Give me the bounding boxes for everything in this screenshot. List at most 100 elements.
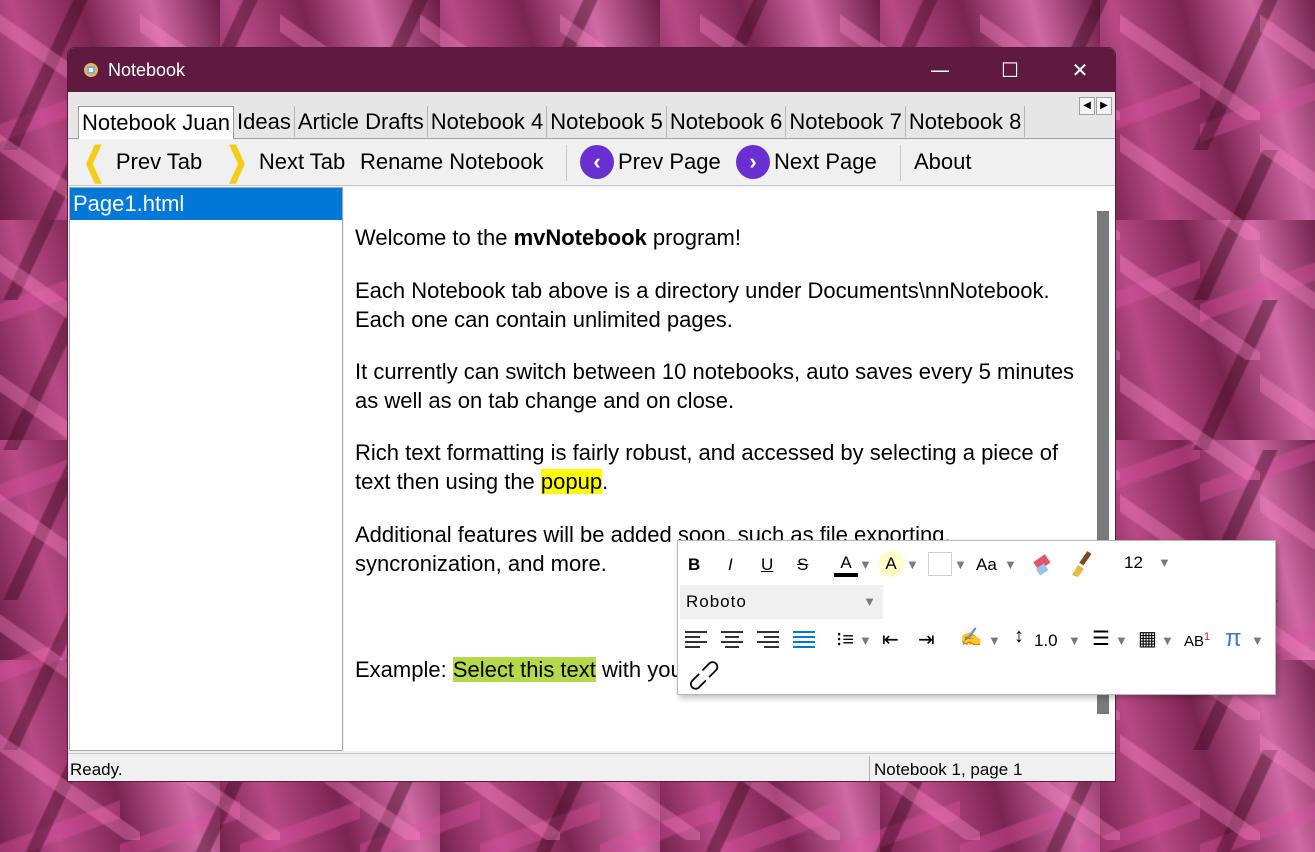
font-color-label: A	[840, 553, 852, 572]
background-color-swatch[interactable]	[928, 552, 952, 576]
example-text: Example:	[355, 657, 453, 682]
line-spacing-value[interactable]: 1.0	[1034, 631, 1058, 651]
bullet-list-icon[interactable]: ⁝≡	[836, 627, 854, 652]
notebook-app-icon	[84, 63, 98, 77]
paragraph-format-icon[interactable]: ☰	[1092, 626, 1110, 651]
next-tab-label: Next Tab	[258, 149, 346, 174]
pen-dropdown-icon[interactable]: ▼	[988, 633, 1001, 648]
underline-button[interactable]: U	[761, 555, 773, 575]
text-case-dropdown-icon[interactable]: ▼	[1004, 557, 1017, 572]
window-title: Notebook	[108, 60, 186, 80]
chevron-left-icon: ❮	[82, 141, 106, 183]
justify-button[interactable]	[793, 628, 815, 651]
prev-page-button[interactable]: ‹ Prev Page	[580, 139, 721, 185]
font-family-dropdown-icon: ▼	[863, 594, 877, 609]
text-case-button[interactable]: Aa	[976, 555, 997, 575]
status-divider	[869, 756, 870, 781]
next-page-button[interactable]: › Next Page	[736, 139, 877, 185]
highlight-color-button[interactable]: A	[878, 551, 904, 577]
main-toolbar: ❮ Prev Tab ❯ Next Tab Rename Notebook ‹ …	[68, 139, 1115, 186]
title-bar[interactable]: Notebook — ☐ ✕	[68, 48, 1115, 92]
paragraph-autosave: It currently can switch between 10 noteb…	[355, 359, 1075, 413]
welcome-text: Welcome to the	[355, 225, 514, 250]
page-list[interactable]: Page1.html	[69, 187, 343, 751]
math-dropdown-icon[interactable]: ▼	[1251, 633, 1264, 648]
bullet-list-dropdown-icon[interactable]: ▼	[859, 633, 872, 648]
tab-article-drafts[interactable]: Article Drafts	[295, 106, 428, 137]
prev-tab-label: Prev Tab	[115, 149, 203, 174]
welcome-text-end: program!	[646, 225, 741, 250]
superscript-label: AB	[1184, 633, 1205, 650]
next-page-label: Next Page	[774, 149, 877, 174]
tab-notebook-6[interactable]: Notebook 6	[667, 106, 787, 137]
formatting-text-end: .	[602, 469, 609, 494]
highlighted-popup-word: popup	[540, 469, 603, 494]
indent-icon[interactable]: ⇥	[918, 627, 935, 652]
app-name-bold: mvNotebook	[513, 225, 647, 250]
about-button[interactable]: About	[914, 139, 972, 185]
next-tab-button[interactable]: ❯ Next Tab	[221, 139, 345, 185]
tab-notebook-juan[interactable]: Notebook Juan	[78, 106, 234, 139]
tab-notebook-4[interactable]: Notebook 4	[428, 106, 548, 137]
line-spacing-dropdown-icon[interactable]: ▼	[1068, 633, 1081, 648]
highlight-dropdown-icon[interactable]: ▼	[906, 557, 919, 572]
font-size-dropdown-icon: ▼	[1158, 555, 1171, 570]
align-right-button[interactable]	[757, 628, 779, 651]
signature-pen-icon[interactable]: ✍	[960, 627, 982, 648]
chevron-right-icon: ❯	[225, 141, 249, 183]
rename-notebook-button[interactable]: Rename Notebook	[360, 139, 543, 185]
close-button[interactable]: ✕	[1045, 48, 1115, 92]
tab-scroll-left-icon[interactable]: ◀	[1079, 97, 1095, 115]
tab-notebook-5[interactable]: Notebook 5	[547, 106, 667, 137]
background-dropdown-icon[interactable]: ▼	[954, 557, 967, 572]
tab-ideas[interactable]: Ideas	[234, 106, 295, 137]
align-left-button[interactable]	[685, 628, 707, 651]
bold-button[interactable]: B	[688, 555, 700, 575]
prev-tab-button[interactable]: ❮ Prev Tab	[78, 139, 202, 185]
status-text: Ready.	[70, 760, 123, 779]
superscript-button[interactable]: AB1	[1184, 631, 1210, 650]
line-spacing-icon[interactable]: ↕	[1014, 625, 1024, 648]
paragraph-welcome: Welcome to the mvNotebook program!	[355, 223, 1085, 252]
table-icon[interactable]: ▦	[1138, 626, 1157, 651]
tab-scroll-buttons: ◀ ▶	[1079, 97, 1113, 115]
font-family-value: Roboto	[686, 592, 747, 611]
eraser-icon[interactable]	[1030, 551, 1056, 577]
rename-notebook-label: Rename Notebook	[360, 149, 544, 174]
font-color-dropdown-icon[interactable]: ▼	[859, 557, 872, 572]
align-center-button[interactable]	[721, 628, 743, 651]
math-pi-icon[interactable]: π	[1225, 625, 1242, 653]
maximize-button[interactable]: ☐	[975, 48, 1045, 92]
font-size-value: 12	[1124, 553, 1143, 572]
strikethrough-button[interactable]: S	[797, 555, 808, 575]
status-location: Notebook 1, page 1	[874, 760, 1023, 779]
font-color-button[interactable]: A	[834, 553, 858, 577]
next-page-icon: ›	[736, 145, 770, 179]
tab-notebook-8[interactable]: Notebook 8	[906, 106, 1026, 137]
italic-button[interactable]: I	[728, 555, 733, 575]
superscript-mark: 1	[1204, 631, 1211, 643]
link-icon[interactable]: ⊂⊃	[680, 651, 729, 700]
paragraph-format-dropdown-icon[interactable]: ▼	[1115, 633, 1128, 648]
format-painter-icon[interactable]	[1068, 549, 1096, 579]
toolbar-separator	[900, 145, 901, 181]
formatting-popup: B I U S A ▼ A ▼ ▼ Aa ▼ 12 ▼ Roboto ▼ ⁝≡ …	[677, 540, 1276, 699]
outdent-icon[interactable]: ⇤	[882, 627, 899, 652]
font-family-select[interactable]: Roboto ▼	[680, 585, 883, 619]
notebook-tabstrip: Notebook Juan Ideas Article Drafts Noteb…	[68, 92, 1115, 139]
tab-notebook-7[interactable]: Notebook 7	[786, 106, 906, 137]
table-dropdown-icon[interactable]: ▼	[1161, 633, 1174, 648]
prev-page-icon: ‹	[580, 145, 614, 179]
toolbar-separator	[566, 145, 567, 181]
status-bar: Ready. Notebook 1, page 1	[68, 753, 1115, 781]
prev-page-label: Prev Page	[618, 149, 721, 174]
tab-scroll-right-icon[interactable]: ▶	[1096, 97, 1112, 115]
paragraph-formatting: Rich text formatting is fairly robust, a…	[355, 438, 1085, 496]
about-label: About	[914, 149, 972, 174]
minimize-button[interactable]: —	[905, 48, 975, 92]
notebook-tabs: Notebook Juan Ideas Article Drafts Noteb…	[78, 106, 1026, 139]
font-size-select[interactable]: 12 ▼	[1118, 551, 1183, 577]
selected-text[interactable]: Select this text	[452, 657, 596, 682]
page-list-item[interactable]: Page1.html	[70, 188, 342, 220]
highlight-color-label: A	[885, 554, 897, 573]
